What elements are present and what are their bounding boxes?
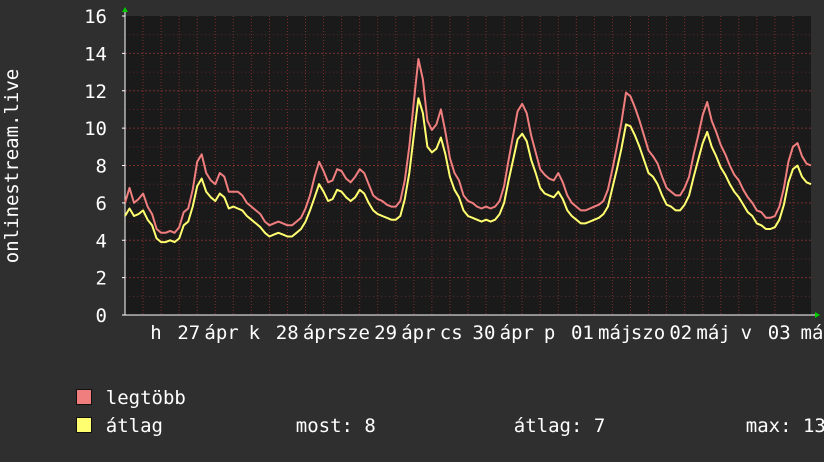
chart: 0 2 4 6 8 10 12 14 16 h 27 ápr k 28 ápr sze 29 ápr cs 30 ápr… bbox=[0, 0, 824, 437]
x-tick-label: ápr bbox=[401, 322, 435, 344]
x-tick-label: máj bbox=[598, 322, 632, 344]
y-tick-label: 14 bbox=[84, 43, 107, 65]
y-tick-label: 12 bbox=[84, 81, 107, 103]
x-tick-label: 28 bbox=[276, 322, 299, 344]
stat-max: max: 13 bbox=[700, 390, 824, 462]
y-tick-label: 4 bbox=[96, 230, 107, 252]
x-tick-label: ápr bbox=[204, 322, 238, 344]
x-tick-label: sze bbox=[336, 322, 370, 344]
x-tick-label: h bbox=[150, 322, 161, 344]
x-tick-label: cs bbox=[440, 322, 463, 344]
x-axis-arrow bbox=[815, 312, 820, 318]
stat-average-label: átlag: bbox=[513, 415, 583, 437]
y-tick-label: 0 bbox=[96, 305, 107, 327]
y-tick-label: 2 bbox=[96, 268, 107, 290]
stat-current-label: most: bbox=[295, 415, 353, 437]
y-axis-label: onlinestream.live bbox=[1, 69, 23, 263]
y-tick-label: 6 bbox=[96, 193, 107, 215]
y-axis-arrow bbox=[122, 7, 128, 12]
x-tick-label: v bbox=[741, 322, 752, 344]
stat-max-label: max: bbox=[745, 415, 792, 437]
stat-current: most: 8 bbox=[250, 390, 376, 462]
x-tick-label: 27 bbox=[177, 322, 200, 344]
x-tick-label: p bbox=[544, 322, 555, 344]
x-tick-label: 02 bbox=[669, 322, 692, 344]
x-tick-label: ápr bbox=[500, 322, 534, 344]
legend-label-atlag: átlag bbox=[105, 415, 163, 437]
legend-swatch-atlag bbox=[75, 417, 92, 433]
stat-max-value: 13 bbox=[802, 415, 824, 437]
x-tick-label: máj bbox=[696, 322, 730, 344]
x-tick-label: 03 bbox=[768, 322, 791, 344]
y-tick-label: 8 bbox=[96, 156, 107, 178]
x-tick-label: má bbox=[801, 322, 824, 344]
plot-background bbox=[125, 16, 811, 315]
x-tick-label: 30 bbox=[473, 322, 496, 344]
x-tick-label: 29 bbox=[374, 322, 397, 344]
x-tick-label: szo bbox=[631, 322, 665, 344]
stat-current-value: 8 bbox=[364, 415, 376, 437]
x-tick-label: 01 bbox=[571, 322, 594, 344]
stat-average: átlag: 7 bbox=[468, 390, 606, 462]
y-tick-label: 10 bbox=[84, 118, 107, 140]
stat-average-value: 7 bbox=[593, 415, 606, 437]
legend-item-legtobb: legtöbb bbox=[30, 362, 186, 409]
legend-item-atlag: átlag bbox=[30, 390, 163, 437]
y-tick-label: 16 bbox=[84, 6, 107, 28]
x-tick-label: ápr bbox=[303, 322, 337, 344]
x-tick-label: k bbox=[249, 322, 261, 344]
